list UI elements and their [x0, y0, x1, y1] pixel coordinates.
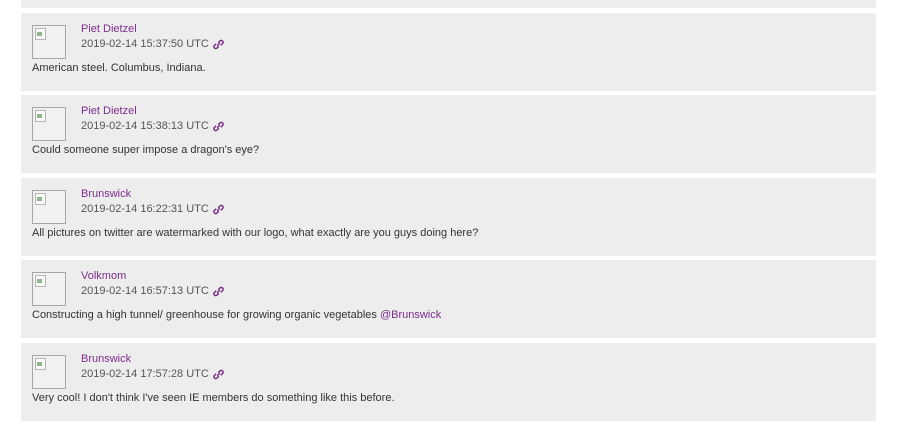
comment-meta: 2019-02-14 15:38:13 UTC [81, 120, 224, 133]
comment-card: Piet Dietzel 2019-02-14 15:37:50 UTC Ame… [21, 12, 876, 91]
author-link[interactable]: Piet Dietzel [81, 23, 137, 36]
link-icon[interactable] [213, 39, 224, 50]
timestamp: 2019-02-14 15:37:50 UTC [81, 37, 209, 50]
comment-card: Piet Dietzel 2019-02-14 15:38:13 UTC Cou… [21, 95, 876, 173]
link-icon[interactable] [213, 369, 224, 380]
comment-body: All pictures on twitter are watermarked … [32, 226, 479, 239]
comment-body: Very cool! I don't think I've seen IE me… [32, 391, 395, 404]
timestamp: 2019-02-14 16:22:31 UTC [81, 202, 209, 215]
comment-meta: 2019-02-14 16:57:13 UTC [81, 285, 224, 298]
author-link[interactable]: Brunswick [81, 188, 131, 201]
comment-text: American steel. Columbus, Indiana. [32, 62, 206, 75]
comment-card: Volkmom 2019-02-14 16:57:13 UTC Construc… [21, 260, 876, 338]
timestamp: 2019-02-14 16:57:13 UTC [81, 285, 209, 297]
comment-body: Could someone super impose a dragon's ey… [32, 144, 260, 156]
comment-meta: 2019-02-14 17:57:28 UTC [81, 368, 224, 381]
author-link[interactable]: Piet Dietzel [81, 105, 137, 118]
avatar[interactable] [32, 354, 66, 389]
comment-card: Brunswick 2019-02-14 17:57:28 UTC Very c… [21, 342, 876, 421]
avatar[interactable] [32, 107, 66, 141]
comment-feed: Piet Dietzel 2019-02-14 15:37:50 UTC Ame… [21, 0, 876, 425]
comment-text: Could someone super impose a dragon's ey… [32, 144, 259, 157]
comment-text: Constructing a high tunnel/ greenhouse f… [32, 309, 441, 322]
link-icon[interactable] [213, 286, 224, 297]
link-icon[interactable] [213, 204, 224, 215]
mention-link[interactable]: @Brunswick [380, 309, 441, 321]
comment-body: American steel. Columbus, Indiana. [32, 61, 206, 74]
comment-card-partial [21, 0, 876, 8]
author-link[interactable]: Volkmom [81, 270, 126, 283]
comment-text: Very cool! I don't think I've seen IE me… [32, 392, 395, 405]
timestamp: 2019-02-14 17:57:28 UTC [81, 367, 209, 380]
avatar[interactable] [32, 272, 66, 306]
avatar[interactable] [32, 189, 66, 224]
author-link[interactable]: Brunswick [81, 353, 131, 366]
link-icon[interactable] [213, 121, 224, 132]
comment-text: All pictures on twitter are watermarked … [32, 227, 478, 240]
comment-body: Constructing a high tunnel/ greenhouse f… [32, 309, 380, 321]
comment-card: Brunswick 2019-02-14 16:22:31 UTC All pi… [21, 177, 876, 256]
comment-meta: 2019-02-14 16:22:31 UTC [81, 203, 224, 216]
avatar[interactable] [32, 24, 66, 59]
timestamp: 2019-02-14 15:38:13 UTC [81, 120, 209, 132]
comment-meta: 2019-02-14 15:37:50 UTC [81, 38, 224, 51]
